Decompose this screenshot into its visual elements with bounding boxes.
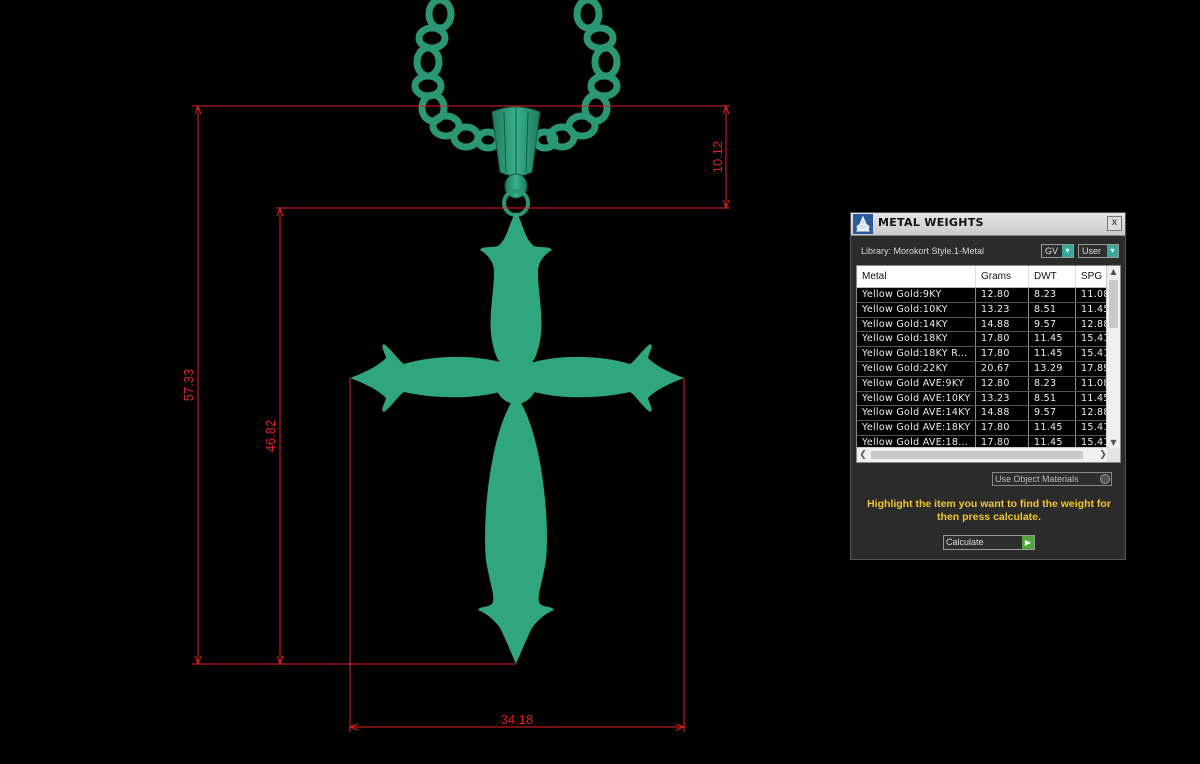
metal-weights-panel: METAL WEIGHTS x Library: Morokort Style.… bbox=[850, 212, 1126, 560]
cell-dwt: 9.57 bbox=[1029, 317, 1076, 332]
cell-grams: 17.80 bbox=[976, 421, 1029, 435]
table-row[interactable]: Yellow Gold AVE:14KY 14.88 9.57 12.88 bbox=[857, 406, 1109, 422]
use-object-materials-button[interactable]: Use Object Materials bbox=[992, 472, 1112, 486]
dimension-lines bbox=[192, 104, 730, 732]
cell-metal: Yellow Gold AVE:10KY bbox=[857, 391, 976, 406]
table-body: Yellow Gold:9KY 12.80 8.23 11.08 Yellow Gold… bbox=[857, 288, 1109, 451]
cell-metal: Yellow Gold:18KY bbox=[857, 332, 976, 347]
cell-spg: 11.45 bbox=[1076, 302, 1109, 317]
cell-dwt: 8.51 bbox=[1029, 391, 1076, 406]
vertical-scroll-thumb[interactable] bbox=[1109, 280, 1118, 328]
table-row[interactable]: Yellow Gold:18KY R... 17.80 11.45 15.41 bbox=[857, 347, 1109, 362]
chevron-down-icon: ▾ bbox=[1062, 245, 1073, 257]
table-row[interactable]: Yellow Gold:18KY 17.80 11.45 15.41 bbox=[857, 332, 1109, 348]
cell-spg: 11.08 bbox=[1076, 376, 1109, 391]
dim-cross-width: 34.18 bbox=[501, 712, 534, 727]
cell-metal: Yellow Gold:18KY R... bbox=[857, 347, 976, 361]
cell-dwt: 9.57 bbox=[1029, 406, 1076, 421]
cell-dwt: 11.45 bbox=[1029, 421, 1076, 435]
horizontal-scrollbar[interactable]: ❮ ❯ bbox=[857, 447, 1109, 462]
table-row[interactable]: Yellow Gold AVE:18KY 17.80 11.45 15.41 bbox=[857, 421, 1109, 436]
scroll-left-icon[interactable]: ❮ bbox=[857, 448, 869, 462]
user-label: User bbox=[1082, 246, 1102, 256]
cell-grams: 13.23 bbox=[976, 391, 1029, 406]
cell-spg: 12.88 bbox=[1076, 317, 1109, 332]
table-row[interactable]: Yellow Gold:9KY 12.80 8.23 11.08 bbox=[857, 288, 1109, 303]
cell-metal: Yellow Gold AVE:18KY bbox=[857, 421, 976, 435]
cell-dwt: 11.45 bbox=[1029, 347, 1076, 361]
dim-overall-height: 57.33 bbox=[181, 369, 196, 402]
horizontal-scroll-thumb[interactable] bbox=[871, 451, 1083, 459]
column-header-grams[interactable]: Grams bbox=[976, 266, 1029, 287]
table-row[interactable]: Yellow Gold AVE:10KY 13.23 8.51 11.45 bbox=[857, 391, 1109, 407]
cell-spg: 12.88 bbox=[1076, 406, 1109, 421]
metal-table[interactable]: Metal Grams DWT SPG Yellow Gold:9KY 12.80… bbox=[856, 265, 1121, 463]
cell-grams: 17.80 bbox=[976, 347, 1029, 361]
column-header-spg[interactable]: SPG bbox=[1076, 266, 1109, 287]
column-header-dwt[interactable]: DWT bbox=[1029, 266, 1076, 287]
cell-dwt: 8.23 bbox=[1029, 376, 1076, 391]
table-header: Metal Grams DWT SPG bbox=[857, 266, 1109, 288]
scroll-up-icon[interactable]: ▲ bbox=[1107, 266, 1120, 278]
dim-cross-height: 46.82 bbox=[263, 420, 278, 453]
cell-metal: Yellow Gold:22KY bbox=[857, 361, 976, 376]
cell-grams: 12.80 bbox=[976, 376, 1029, 391]
calculate-label: Calculate bbox=[946, 537, 984, 547]
panel-title-bar[interactable]: METAL WEIGHTS x bbox=[851, 213, 1125, 236]
dim-bail-height: 10.12 bbox=[710, 141, 725, 174]
cell-dwt: 11.45 bbox=[1029, 332, 1076, 347]
cell-grams: 13.23 bbox=[976, 302, 1029, 317]
cell-dwt: 13.29 bbox=[1029, 361, 1076, 376]
instruction-text: Highlight the item you want to find the … bbox=[867, 498, 1111, 523]
user-dropdown[interactable]: User ▾ bbox=[1078, 244, 1119, 258]
vertical-scrollbar[interactable]: ▲ ▼ bbox=[1106, 266, 1120, 449]
play-icon: ▶ bbox=[1022, 536, 1034, 549]
cell-grams: 12.80 bbox=[976, 288, 1029, 302]
calculate-button[interactable]: Calculate ▶ bbox=[943, 535, 1035, 550]
cell-grams: 20.67 bbox=[976, 361, 1029, 376]
scrollbar-corner bbox=[1107, 448, 1120, 462]
library-label: Library: Morokort Style.1-Metal bbox=[861, 246, 985, 256]
use-object-materials-label: Use Object Materials bbox=[995, 474, 1079, 484]
table-row[interactable]: Yellow Gold AVE:9KY 12.80 8.23 11.08 bbox=[857, 376, 1109, 392]
cell-spg: 15.41 bbox=[1076, 347, 1109, 361]
cross-pendant bbox=[350, 212, 684, 664]
cell-spg: 17.89 bbox=[1076, 361, 1109, 376]
cell-spg: 11.45 bbox=[1076, 391, 1109, 406]
cell-metal: Yellow Gold AVE:9KY bbox=[857, 376, 976, 391]
cell-metal: Yellow Gold:9KY bbox=[857, 288, 976, 302]
cell-grams: 17.80 bbox=[976, 332, 1029, 347]
logo-icon bbox=[853, 214, 873, 234]
cell-spg: 11.08 bbox=[1076, 288, 1109, 302]
table-row[interactable]: Yellow Gold:22KY 20.67 13.29 17.89 bbox=[857, 361, 1109, 377]
panel-title: METAL WEIGHTS bbox=[878, 216, 984, 229]
table-row[interactable]: Yellow Gold:10KY 13.23 8.51 11.45 bbox=[857, 302, 1109, 318]
column-header-metal[interactable]: Metal bbox=[857, 266, 976, 287]
cell-spg: 15.41 bbox=[1076, 332, 1109, 347]
cell-metal: Yellow Gold:14KY bbox=[857, 317, 976, 332]
gv-dropdown[interactable]: GV ▾ bbox=[1041, 244, 1074, 258]
cell-dwt: 8.23 bbox=[1029, 288, 1076, 302]
radio-icon bbox=[1100, 474, 1110, 484]
cell-metal: Yellow Gold:10KY bbox=[857, 302, 976, 317]
cell-metal: Yellow Gold AVE:14KY bbox=[857, 406, 976, 421]
close-button[interactable]: x bbox=[1107, 216, 1122, 231]
cell-dwt: 8.51 bbox=[1029, 302, 1076, 317]
cell-spg: 15.41 bbox=[1076, 421, 1109, 435]
close-icon: x bbox=[1111, 217, 1118, 228]
cell-grams: 14.88 bbox=[976, 406, 1029, 421]
bail bbox=[491, 106, 541, 217]
chevron-down-icon: ▾ bbox=[1107, 245, 1118, 257]
cell-grams: 14.88 bbox=[976, 317, 1029, 332]
table-row[interactable]: Yellow Gold:14KY 14.88 9.57 12.88 bbox=[857, 317, 1109, 333]
gv-label: GV bbox=[1045, 246, 1059, 256]
